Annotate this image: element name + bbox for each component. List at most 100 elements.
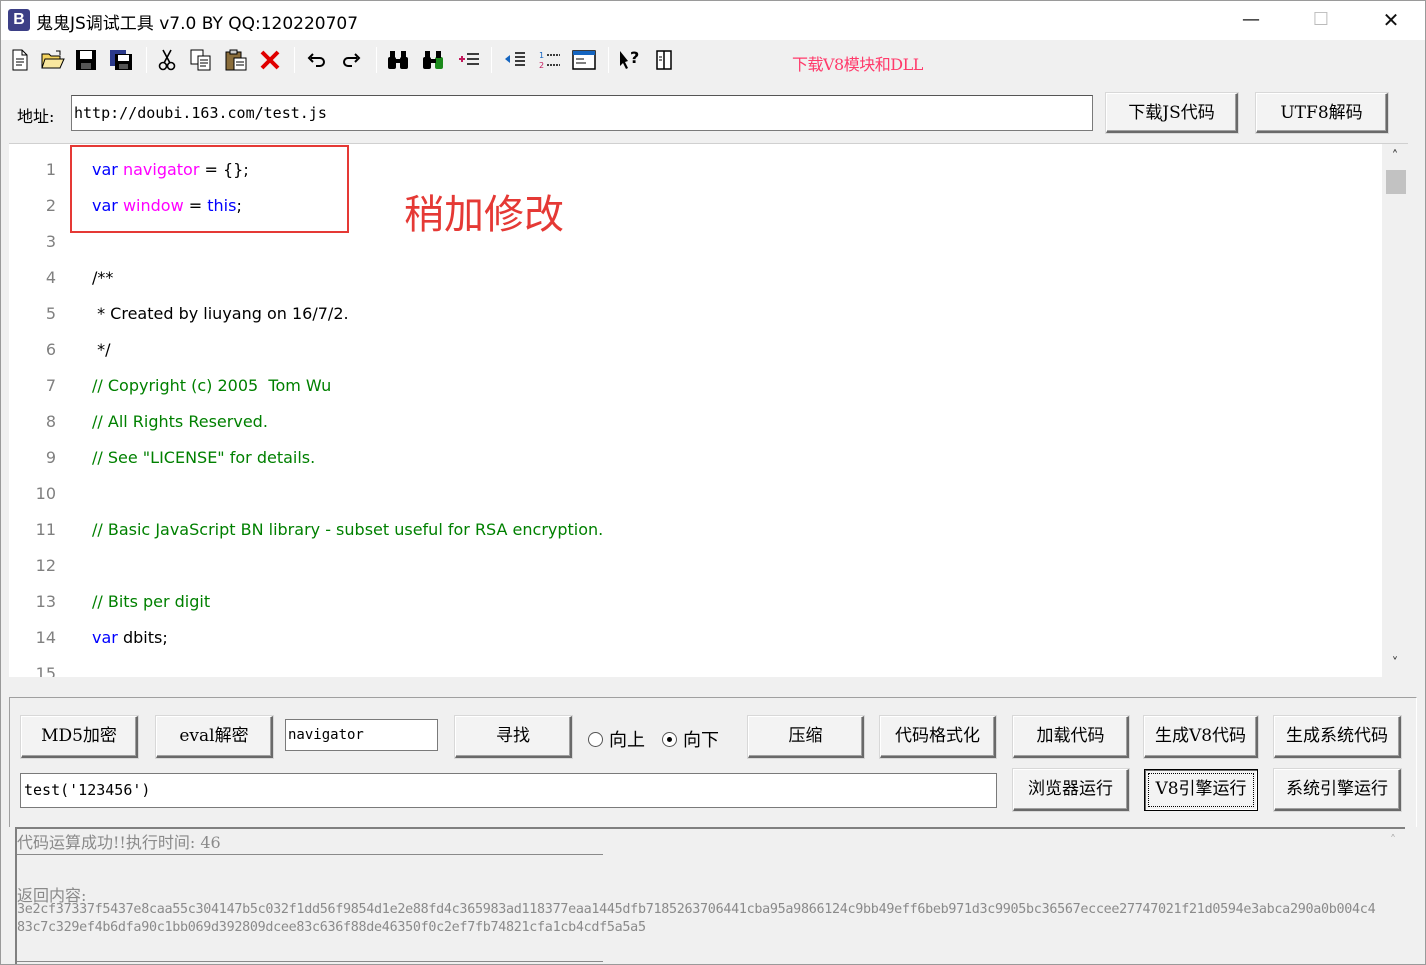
output-scrollbar[interactable]: ˄ — [1381, 829, 1405, 964]
toolbar-separator — [376, 47, 377, 73]
eval-decrypt-button[interactable]: eval解密 — [156, 716, 273, 758]
line-number: 11 — [35, 520, 56, 539]
toolbar-separator — [146, 47, 147, 73]
line-number: 5 — [45, 304, 56, 323]
format-code-button[interactable]: 代码格式化 — [880, 716, 996, 758]
output-area[interactable]: 代码运算成功!!执行时间: 46 返回内容: 3e2cf37337f5437e8… — [15, 827, 1405, 964]
app-logo-icon: B — [8, 9, 30, 31]
radio-down-circle[interactable] — [662, 732, 677, 747]
browser-run-button[interactable]: 浏览器运行 — [1013, 769, 1129, 811]
radio-down[interactable]: 向下 — [662, 726, 719, 752]
line-number: 14 — [35, 628, 56, 647]
line-number-gutter: 1 2 3 4 5 6 7 8 9 10 11 12 13 14 15 — [9, 144, 65, 677]
scroll-thumb[interactable] — [1386, 170, 1406, 194]
svg-text:?: ? — [630, 49, 639, 67]
code-line-14: var dbits; — [92, 628, 168, 647]
code-line-13: // Bits per digit — [92, 592, 211, 611]
copy-icon[interactable] — [190, 49, 212, 71]
undo-icon[interactable] — [306, 49, 328, 71]
result-value: 3e2cf37337f5437e8caa55c304147b5c032f1dd5… — [17, 902, 1376, 935]
generate-v8-code-button[interactable]: 生成V8代码 — [1144, 716, 1258, 758]
search-input[interactable]: navigator — [285, 719, 438, 751]
window-title: 鬼鬼JS调试工具 v7.0 BY QQ:120220707 — [36, 14, 359, 34]
toolbar: 12 ? 下载V8模块和DLL — [1, 41, 1425, 81]
line-number: 4 — [45, 268, 56, 287]
line-number: 10 — [35, 484, 56, 503]
utf8-decode-button[interactable]: UTF8解码 — [1256, 93, 1388, 133]
code-line-8: // All Rights Reserved. — [92, 412, 268, 431]
line-number: 8 — [45, 412, 56, 431]
scroll-down-icon[interactable]: ˅ — [1382, 653, 1408, 675]
paste-icon[interactable] — [224, 49, 247, 71]
address-bar: 地址: http://doubi.163.com/test.js 下载JS代码 … — [1, 83, 1425, 141]
save-all-icon[interactable] — [109, 49, 132, 71]
line-number: 7 — [45, 376, 56, 395]
code-editor[interactable]: 1 2 3 4 5 6 7 8 9 10 11 12 13 14 15 var navigator = {}… — [9, 143, 1408, 677]
compress-button[interactable]: 压缩 — [748, 716, 864, 758]
code-line-9: // See "LICENSE" for details. — [92, 448, 316, 467]
find-next-icon[interactable] — [421, 49, 443, 71]
download-js-button[interactable]: 下载JS代码 — [1106, 93, 1238, 133]
code-line-11: // Basic JavaScript BN library - subset … — [92, 520, 604, 539]
line-number: 3 — [45, 232, 56, 251]
divider — [17, 961, 603, 962]
minimize-button[interactable]: — — [1216, 1, 1286, 40]
new-file-icon[interactable] — [9, 49, 31, 71]
save-icon[interactable] — [75, 49, 97, 71]
close-button[interactable]: ✕ — [1356, 1, 1425, 40]
indent-list-icon[interactable] — [457, 49, 479, 71]
cut-icon[interactable] — [156, 49, 178, 71]
numbered-list-icon[interactable]: 12 — [538, 49, 560, 71]
line-number: 6 — [45, 340, 56, 359]
panel-icon[interactable] — [653, 49, 675, 71]
load-code-button[interactable]: 加载代码 — [1013, 716, 1129, 758]
generate-system-code-button[interactable]: 生成系统代码 — [1274, 716, 1401, 758]
line-number: 13 — [35, 592, 56, 611]
radio-up-circle[interactable] — [588, 732, 603, 747]
app-window: B 鬼鬼JS调试工具 v7.0 BY QQ:120220707 — ☐ ✕ 1 … — [0, 0, 1426, 965]
toolbar-separator — [608, 47, 609, 73]
title-bar: B 鬼鬼JS调试工具 v7.0 BY QQ:120220707 — ☐ ✕ — [1, 1, 1425, 40]
maximize-button[interactable]: ☐ — [1286, 1, 1356, 40]
toolbar-separator — [491, 47, 492, 73]
code-line-5: * Created by liuyang on 16/7/2. — [92, 304, 349, 323]
delete-icon[interactable] — [259, 49, 281, 71]
function-call-input[interactable]: test('123456') — [20, 773, 997, 808]
radio-down-label: 向下 — [683, 730, 719, 751]
redo-icon[interactable] — [340, 49, 362, 71]
v8-engine-run-button[interactable]: V8引擎运行 — [1144, 769, 1258, 811]
window-icon[interactable] — [572, 49, 596, 71]
find-icon[interactable] — [386, 49, 408, 71]
annotation-text: 稍加修改 — [404, 192, 564, 238]
code-text: dbits; — [117, 628, 168, 647]
download-v8-link[interactable]: 下载V8模块和DLL — [792, 51, 923, 75]
line-number: 2 — [45, 196, 56, 215]
svg-text:1: 1 — [539, 51, 544, 60]
svg-text:2: 2 — [539, 61, 544, 70]
open-folder-icon[interactable] — [41, 49, 65, 71]
highlight-box — [70, 145, 349, 233]
radio-up[interactable]: 向上 — [588, 726, 645, 752]
code-line-6: */ — [92, 340, 111, 359]
radio-up-label: 向上 — [609, 730, 645, 751]
scroll-up-icon[interactable]: ˄ — [1381, 833, 1405, 847]
system-engine-run-button[interactable]: 系统引擎运行 — [1274, 769, 1401, 811]
address-label: 地址: — [17, 107, 55, 126]
url-input[interactable]: http://doubi.163.com/test.js — [71, 95, 1093, 131]
help-icon[interactable]: ? — [618, 48, 640, 71]
toolbar-separator — [294, 47, 295, 73]
md5-encrypt-button[interactable]: MD5加密 — [21, 716, 138, 758]
divider — [17, 854, 603, 855]
line-number: 9 — [45, 448, 56, 467]
line-number: 1 — [45, 160, 56, 179]
run-status: 代码运算成功!!执行时间: 46 — [17, 833, 221, 852]
editor-scrollbar[interactable]: ˄ ˅ — [1382, 144, 1408, 677]
keyword-var: var — [92, 628, 118, 647]
find-button[interactable]: 寻找 — [455, 716, 572, 758]
code-line-7: // Copyright (c) 2005 Tom Wu — [92, 376, 332, 395]
line-number: 15 — [35, 664, 56, 677]
scroll-up-icon[interactable]: ˄ — [1382, 146, 1408, 168]
outdent-icon[interactable] — [503, 49, 525, 71]
line-number: 12 — [35, 556, 56, 575]
code-line-4: /** — [92, 268, 114, 287]
